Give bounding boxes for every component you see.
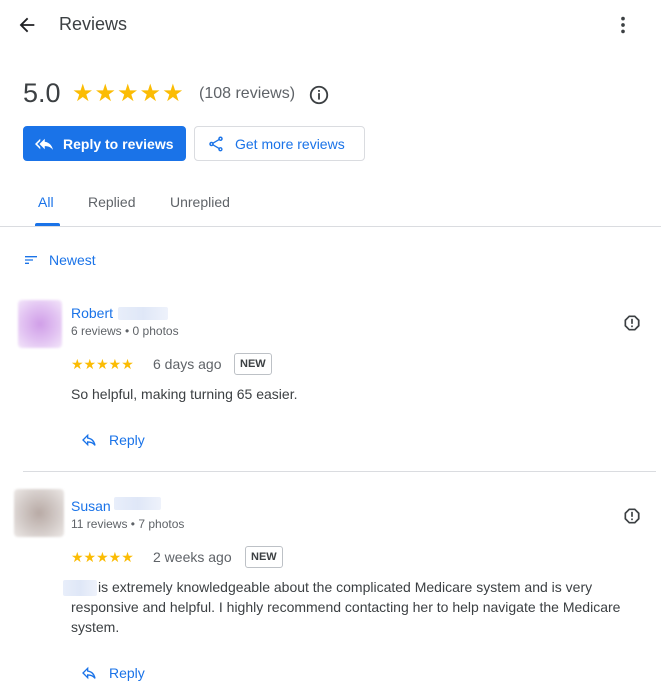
reviewer-name[interactable]: Susan [71,498,111,514]
info-icon[interactable] [308,84,330,106]
star-icon: ★ [162,80,184,107]
reply-icon [82,666,96,680]
tab-replied[interactable]: Replied [88,194,135,210]
average-rating: 5.0 [23,78,61,108]
review-star-icons: ★★★★★ [71,549,134,565]
reviewer-name[interactable]: Robert [71,305,113,321]
reviewer-meta: 6 reviews • 0 photos [71,324,179,338]
sort-label: Newest [49,252,96,268]
reply-to-reviews-button[interactable]: Reply to reviews [23,126,186,161]
review-text-line1: is extremely knowledgeable about the com… [98,579,593,595]
sort-icon [25,256,37,264]
report-icon[interactable] [622,506,642,526]
back-arrow-icon[interactable] [16,14,38,36]
redacted-surname [114,497,161,510]
review-text-line2: responsive and helpful. I highly recomme… [71,599,621,615]
reply-label: Reply [109,432,145,448]
tab-unreplied[interactable]: Unreplied [170,194,230,210]
star-icon: ★ [94,80,117,107]
rating-stars: ★ ★ ★ ★ ★ [72,82,184,106]
review-text: So helpful, making turning 65 easier. [71,386,298,402]
review-text-line3: system. [71,619,120,635]
avatar[interactable] [14,489,64,537]
reviewer-meta: 11 reviews • 7 photos [71,517,185,531]
avatar[interactable] [18,300,62,348]
review-stars: ★★★★★ [71,550,134,564]
sort-button[interactable]: Newest [23,252,96,268]
get-more-reviews-label: Get more reviews [235,135,345,152]
review-age: 6 days ago [153,356,222,372]
review-stars: ★★★★★ [71,357,134,371]
review-star-icons: ★★★★★ [71,356,134,372]
reply-to-reviews-label: Reply to reviews [63,135,174,152]
reply-label: Reply [109,665,145,681]
redacted-name [63,580,97,596]
report-icon[interactable] [622,313,642,333]
tabs-divider [0,226,661,227]
share-icon [209,136,223,151]
reply-button[interactable]: Reply [81,432,145,448]
tab-all[interactable]: All [38,194,54,210]
review-age: 2 weeks ago [153,549,232,565]
new-badge: NEW [245,546,283,568]
review-divider [23,471,656,472]
reply-icon [82,433,96,447]
redacted-surname [118,307,168,320]
star-icon: ★ [139,80,162,107]
star-icon: ★ [117,80,139,107]
page-title: Reviews [59,14,128,34]
review-count: (108 reviews) [199,85,296,102]
get-more-reviews-button[interactable]: Get more reviews [194,126,365,161]
more-options-icon[interactable] [612,14,634,36]
reply-button[interactable]: Reply [81,665,145,681]
reply-all-icon [35,138,53,150]
new-badge: NEW [234,353,272,375]
star-icon: ★ [72,80,94,107]
